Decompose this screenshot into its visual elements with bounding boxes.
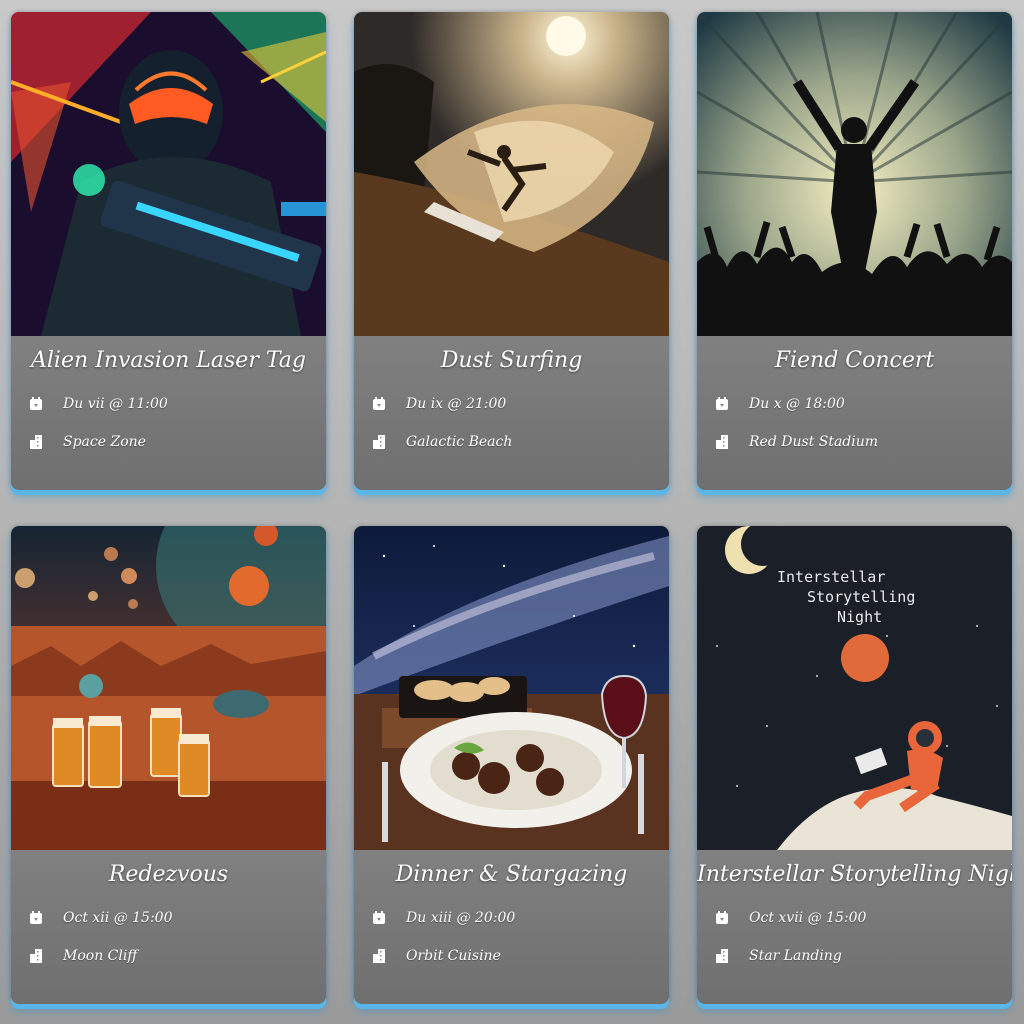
- concert-crowd-image: [697, 12, 1012, 336]
- event-venue: Red Dust Stadium: [715, 434, 878, 450]
- event-card[interactable]: Fiend Concert Du x @ 18:00 Red Dust Stad…: [697, 12, 1012, 490]
- event-date: Du xiii @ 20:00: [372, 910, 515, 926]
- event-venue: Galactic Beach: [372, 434, 512, 450]
- dinner-stargazing-image: [354, 526, 669, 850]
- poster-line-2: Storytelling: [807, 588, 915, 606]
- alien-laser-tag-image: [11, 12, 326, 336]
- event-date: Oct xvii @ 15:00: [715, 910, 866, 926]
- event-title[interactable]: Alien Invasion Laser Tag: [11, 348, 326, 373]
- event-venue: Space Zone: [29, 434, 146, 450]
- event-date-text: Oct xii @ 15:00: [63, 910, 173, 926]
- event-venue-text: Space Zone: [63, 434, 146, 450]
- event-date: Du ix @ 21:00: [372, 396, 506, 412]
- event-card[interactable]: Dust Surfing Du ix @ 21:00 Galactic Beac…: [354, 12, 669, 490]
- dust-surfer-image: [354, 12, 669, 336]
- event-date-text: Du x @ 18:00: [749, 396, 845, 412]
- event-date: Du x @ 18:00: [715, 396, 845, 412]
- event-venue-text: Star Landing: [749, 948, 842, 964]
- calendar-icon: [715, 911, 729, 925]
- mars-beer-image: [11, 526, 326, 850]
- event-card[interactable]: Dinner & Stargazing Du xiii @ 20:00 Orbi…: [354, 526, 669, 1004]
- event-title[interactable]: Interstellar Storytelling Night: [697, 862, 1012, 887]
- event-date-text: Oct xvii @ 15:00: [749, 910, 867, 926]
- building-icon: [372, 949, 386, 963]
- event-venue: Moon Cliff: [29, 948, 137, 964]
- calendar-icon: [372, 911, 386, 925]
- event-card[interactable]: Interstellar Storytelling Night Interste…: [697, 526, 1012, 1004]
- event-venue-text: Red Dust Stadium: [749, 434, 879, 450]
- event-card[interactable]: Alien Invasion Laser Tag Du vii @ 11:00 …: [11, 12, 326, 490]
- building-icon: [715, 949, 729, 963]
- event-venue-text: Orbit Cuisine: [406, 948, 501, 964]
- event-date: Oct xii @ 15:00: [29, 910, 173, 926]
- event-date-text: Du vii @ 11:00: [63, 396, 168, 412]
- event-venue-text: Moon Cliff: [63, 948, 138, 964]
- events-grid: Alien Invasion Laser Tag Du vii @ 11:00 …: [0, 0, 1024, 1024]
- calendar-icon: [29, 911, 43, 925]
- event-title[interactable]: Fiend Concert: [697, 348, 1012, 373]
- building-icon: [715, 435, 729, 449]
- event-date-text: Du xiii @ 20:00: [406, 910, 516, 926]
- event-venue: Orbit Cuisine: [372, 948, 501, 964]
- event-date: Du vii @ 11:00: [29, 396, 168, 412]
- building-icon: [372, 435, 386, 449]
- event-venue-text: Galactic Beach: [406, 434, 513, 450]
- event-title[interactable]: Redezvous: [11, 862, 326, 887]
- event-title[interactable]: Dust Surfing: [354, 348, 669, 373]
- event-venue: Star Landing: [715, 948, 842, 964]
- calendar-icon: [372, 397, 386, 411]
- event-card[interactable]: Redezvous Oct xii @ 15:00 Moon Cliff: [11, 526, 326, 1004]
- poster-line-3: Night: [837, 608, 882, 626]
- event-date-text: Du ix @ 21:00: [406, 396, 507, 412]
- event-title[interactable]: Dinner & Stargazing: [354, 862, 669, 887]
- storytelling-poster-image: Interstellar Storytelling Night: [697, 526, 1012, 850]
- calendar-icon: [715, 397, 729, 411]
- building-icon: [29, 435, 43, 449]
- poster-line-1: Interstellar: [777, 568, 885, 586]
- building-icon: [29, 949, 43, 963]
- calendar-icon: [29, 397, 43, 411]
